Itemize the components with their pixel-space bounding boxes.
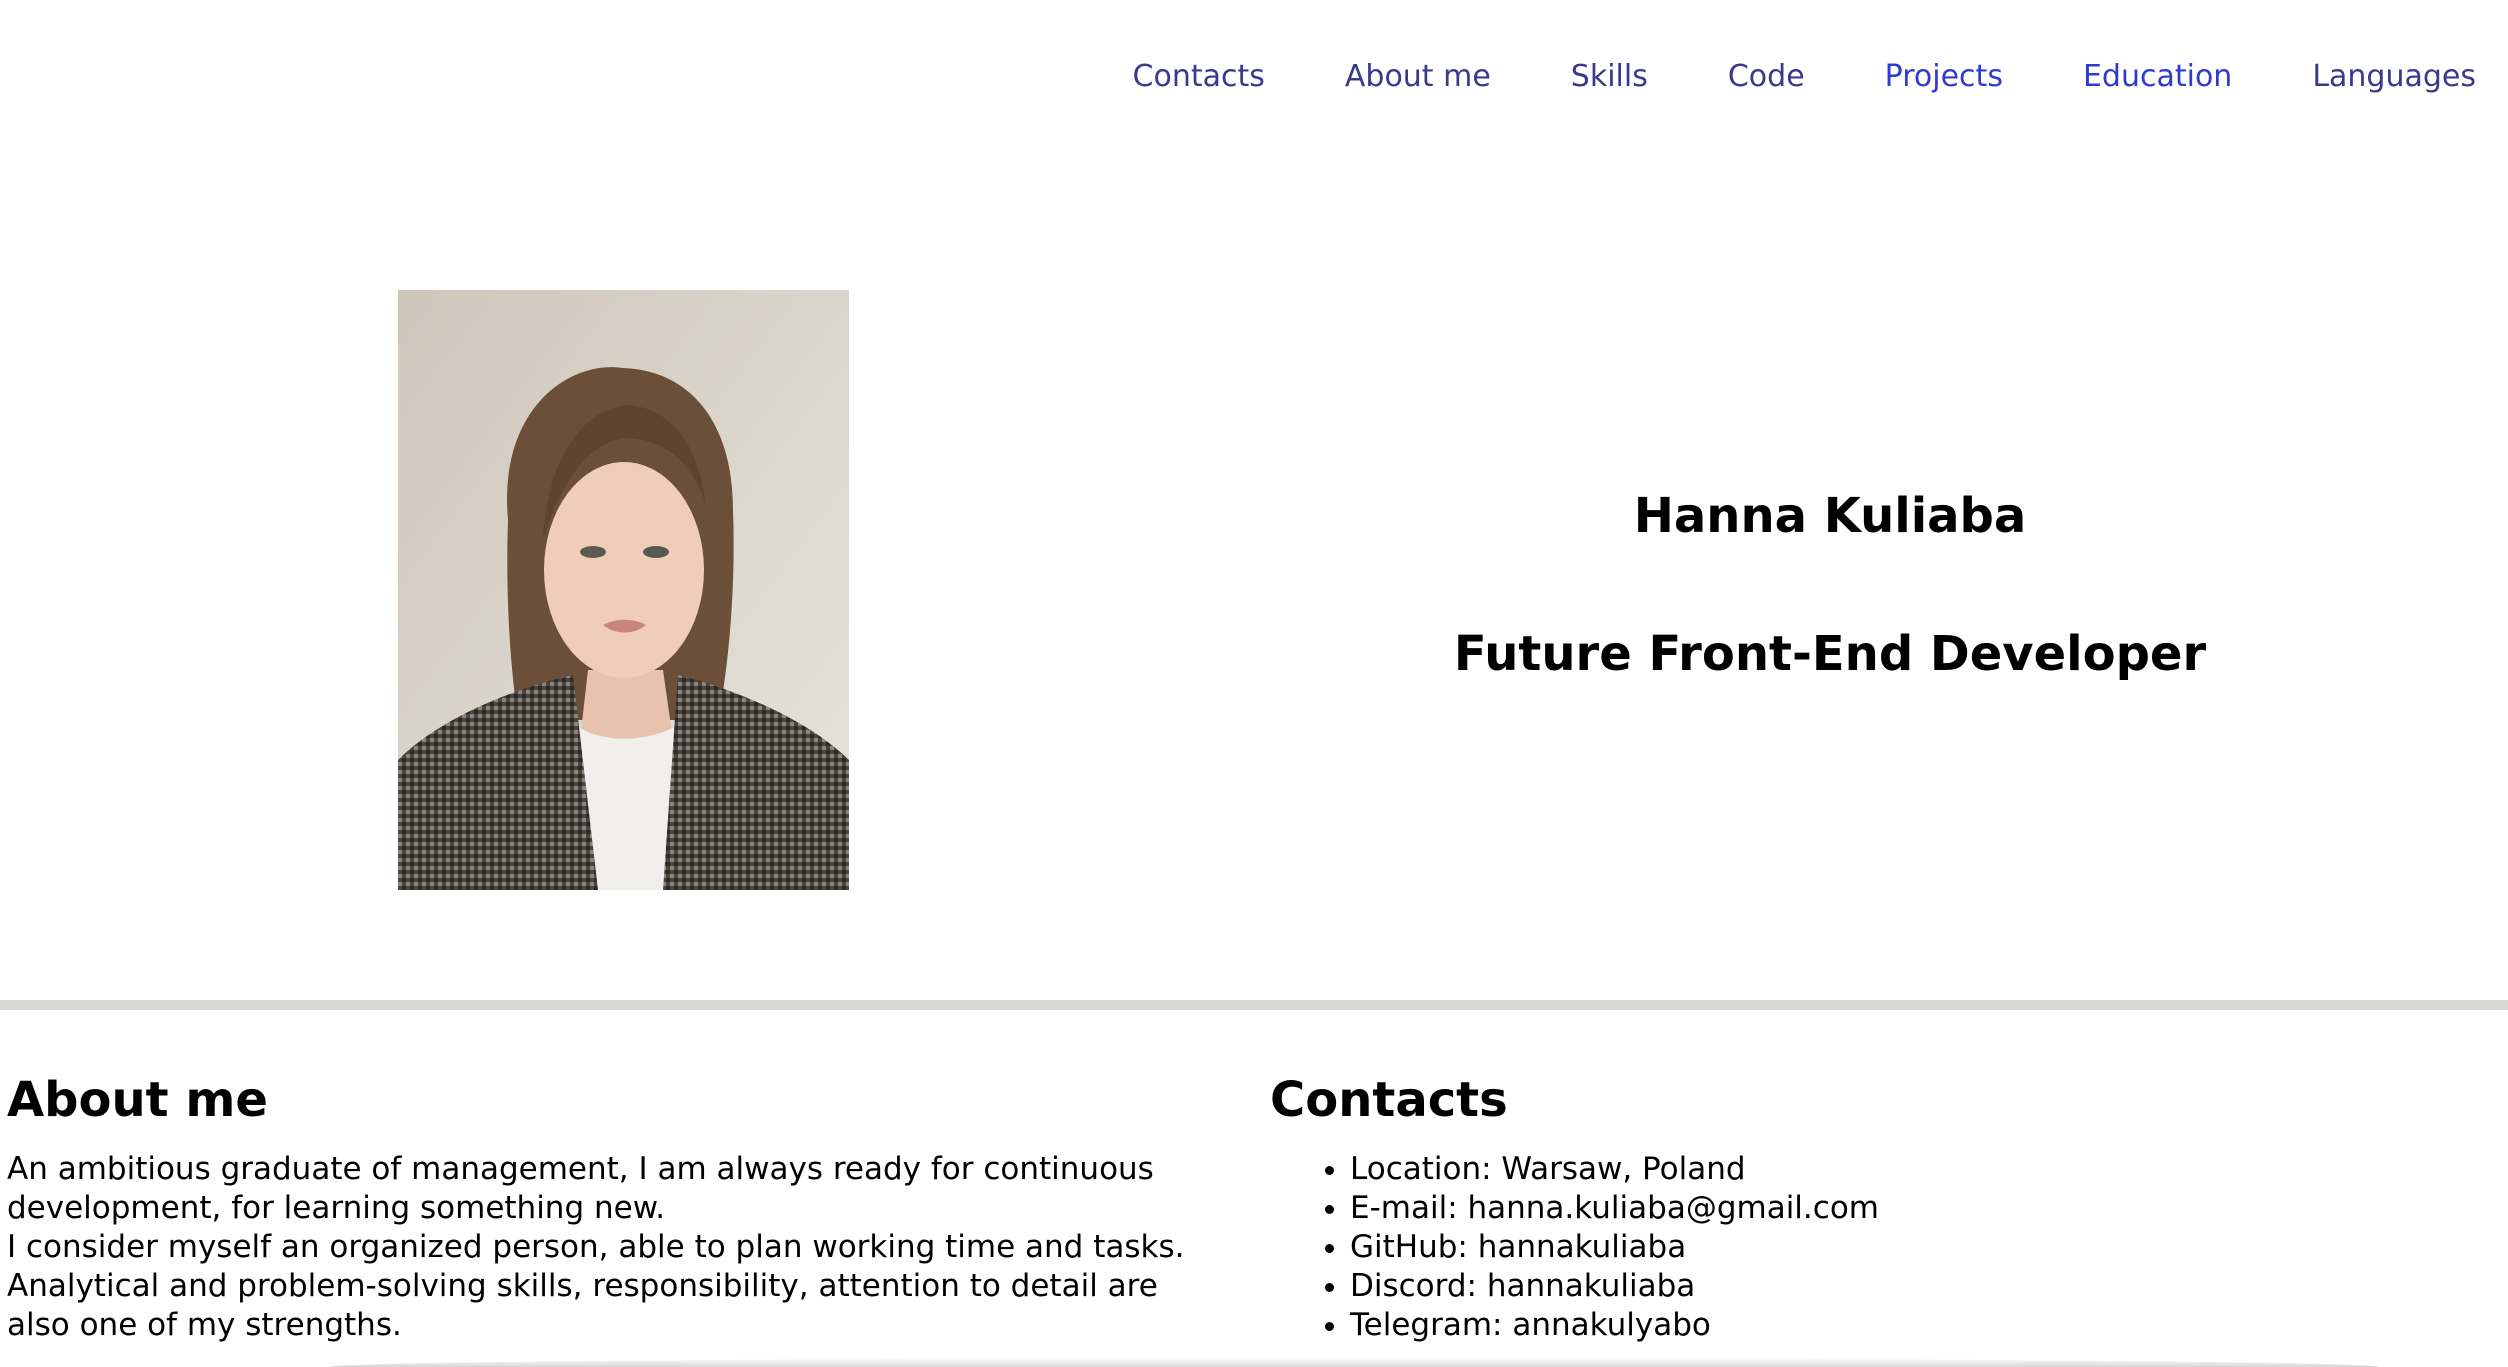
- profile-photo-illustration: [398, 290, 849, 890]
- hero-name: Hanna Kuliaba: [1633, 488, 2027, 544]
- nav-link-skills[interactable]: Skills: [1491, 52, 1648, 102]
- contact-email: E-mail: hanna.kuliaba@gmail.com: [1350, 1189, 2470, 1228]
- profile-photo: [398, 290, 849, 890]
- nav-link-education[interactable]: Education: [2003, 52, 2232, 102]
- nav-link-about-me[interactable]: About me: [1265, 52, 1491, 102]
- about-title: About me: [7, 1072, 268, 1128]
- top-navigation: Contacts About me Skills Code Projects E…: [1133, 52, 2476, 102]
- hero-heading-block: Hanna Kuliaba Future Front-End Developer: [1300, 480, 2360, 690]
- bottom-shadow: [330, 1358, 2380, 1367]
- contacts-list: Location: Warsaw, Poland E-mail: hanna.k…: [1270, 1150, 2470, 1345]
- hero-role: Future Front-End Developer: [1453, 626, 2207, 682]
- about-section: About me An ambitious graduate of manage…: [7, 1070, 1237, 1345]
- about-line: Analytical and problem-solving skills, r…: [7, 1268, 1158, 1304]
- about-line: An ambitious graduate of management, I a…: [7, 1151, 1154, 1187]
- contacts-title: Contacts: [1270, 1072, 1508, 1128]
- about-line: also one of my strengths.: [7, 1307, 402, 1343]
- nav-link-code[interactable]: Code: [1648, 52, 1805, 102]
- nav-link-languages[interactable]: Languages: [2232, 52, 2476, 102]
- about-line: I consider myself an organized person, a…: [7, 1229, 1185, 1265]
- contacts-section: Contacts Location: Warsaw, Poland E-mail…: [1270, 1070, 2470, 1345]
- page: Contacts About me Skills Code Projects E…: [0, 0, 2508, 1367]
- contact-discord: Discord: hannakuliaba: [1350, 1267, 2470, 1306]
- contact-location: Location: Warsaw, Poland: [1350, 1150, 2470, 1189]
- about-line: development, for learning something new.: [7, 1190, 666, 1226]
- section-divider: [0, 1000, 2508, 1010]
- nav-link-contacts[interactable]: Contacts: [1133, 52, 1265, 102]
- contact-github: GitHub: hannakuliaba: [1350, 1228, 2470, 1267]
- about-text: An ambitious graduate of management, I a…: [7, 1150, 1237, 1345]
- contact-telegram: Telegram: annakulyabo: [1350, 1306, 2470, 1345]
- nav-link-projects[interactable]: Projects: [1805, 52, 2003, 102]
